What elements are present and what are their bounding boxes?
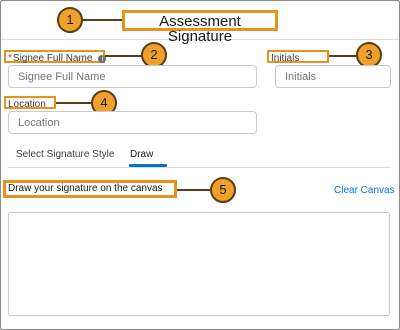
callout-3-connector — [329, 55, 357, 57]
signee-full-name-input[interactable] — [8, 65, 257, 88]
location-input[interactable] — [8, 111, 257, 134]
active-tab-indicator — [129, 164, 167, 167]
signature-canvas[interactable] — [8, 212, 390, 316]
page-title: Assessment Signature — [122, 10, 278, 44]
initials-input[interactable] — [275, 65, 391, 88]
initials-label: Initials — [267, 50, 329, 64]
signature-tabs: Select Signature Style Draw — [8, 143, 391, 168]
callout-2-connector — [105, 55, 143, 57]
callout-5: 5 — [210, 177, 236, 203]
callout-4-connector — [56, 102, 92, 104]
callout-1-connector — [82, 19, 122, 21]
draw-instruction: Draw your signature on the canvas — [3, 180, 177, 198]
clear-canvas-link[interactable]: Clear Canvas — [334, 185, 395, 197]
signee-full-name-label: *Signee Full Name i — [4, 50, 107, 64]
location-label: Location — [4, 96, 56, 110]
tab-draw[interactable]: Draw — [130, 149, 153, 161]
callout-5-connector — [177, 189, 211, 191]
callout-1: 1 — [57, 7, 83, 33]
tab-select-signature-style[interactable]: Select Signature Style — [16, 149, 114, 161]
